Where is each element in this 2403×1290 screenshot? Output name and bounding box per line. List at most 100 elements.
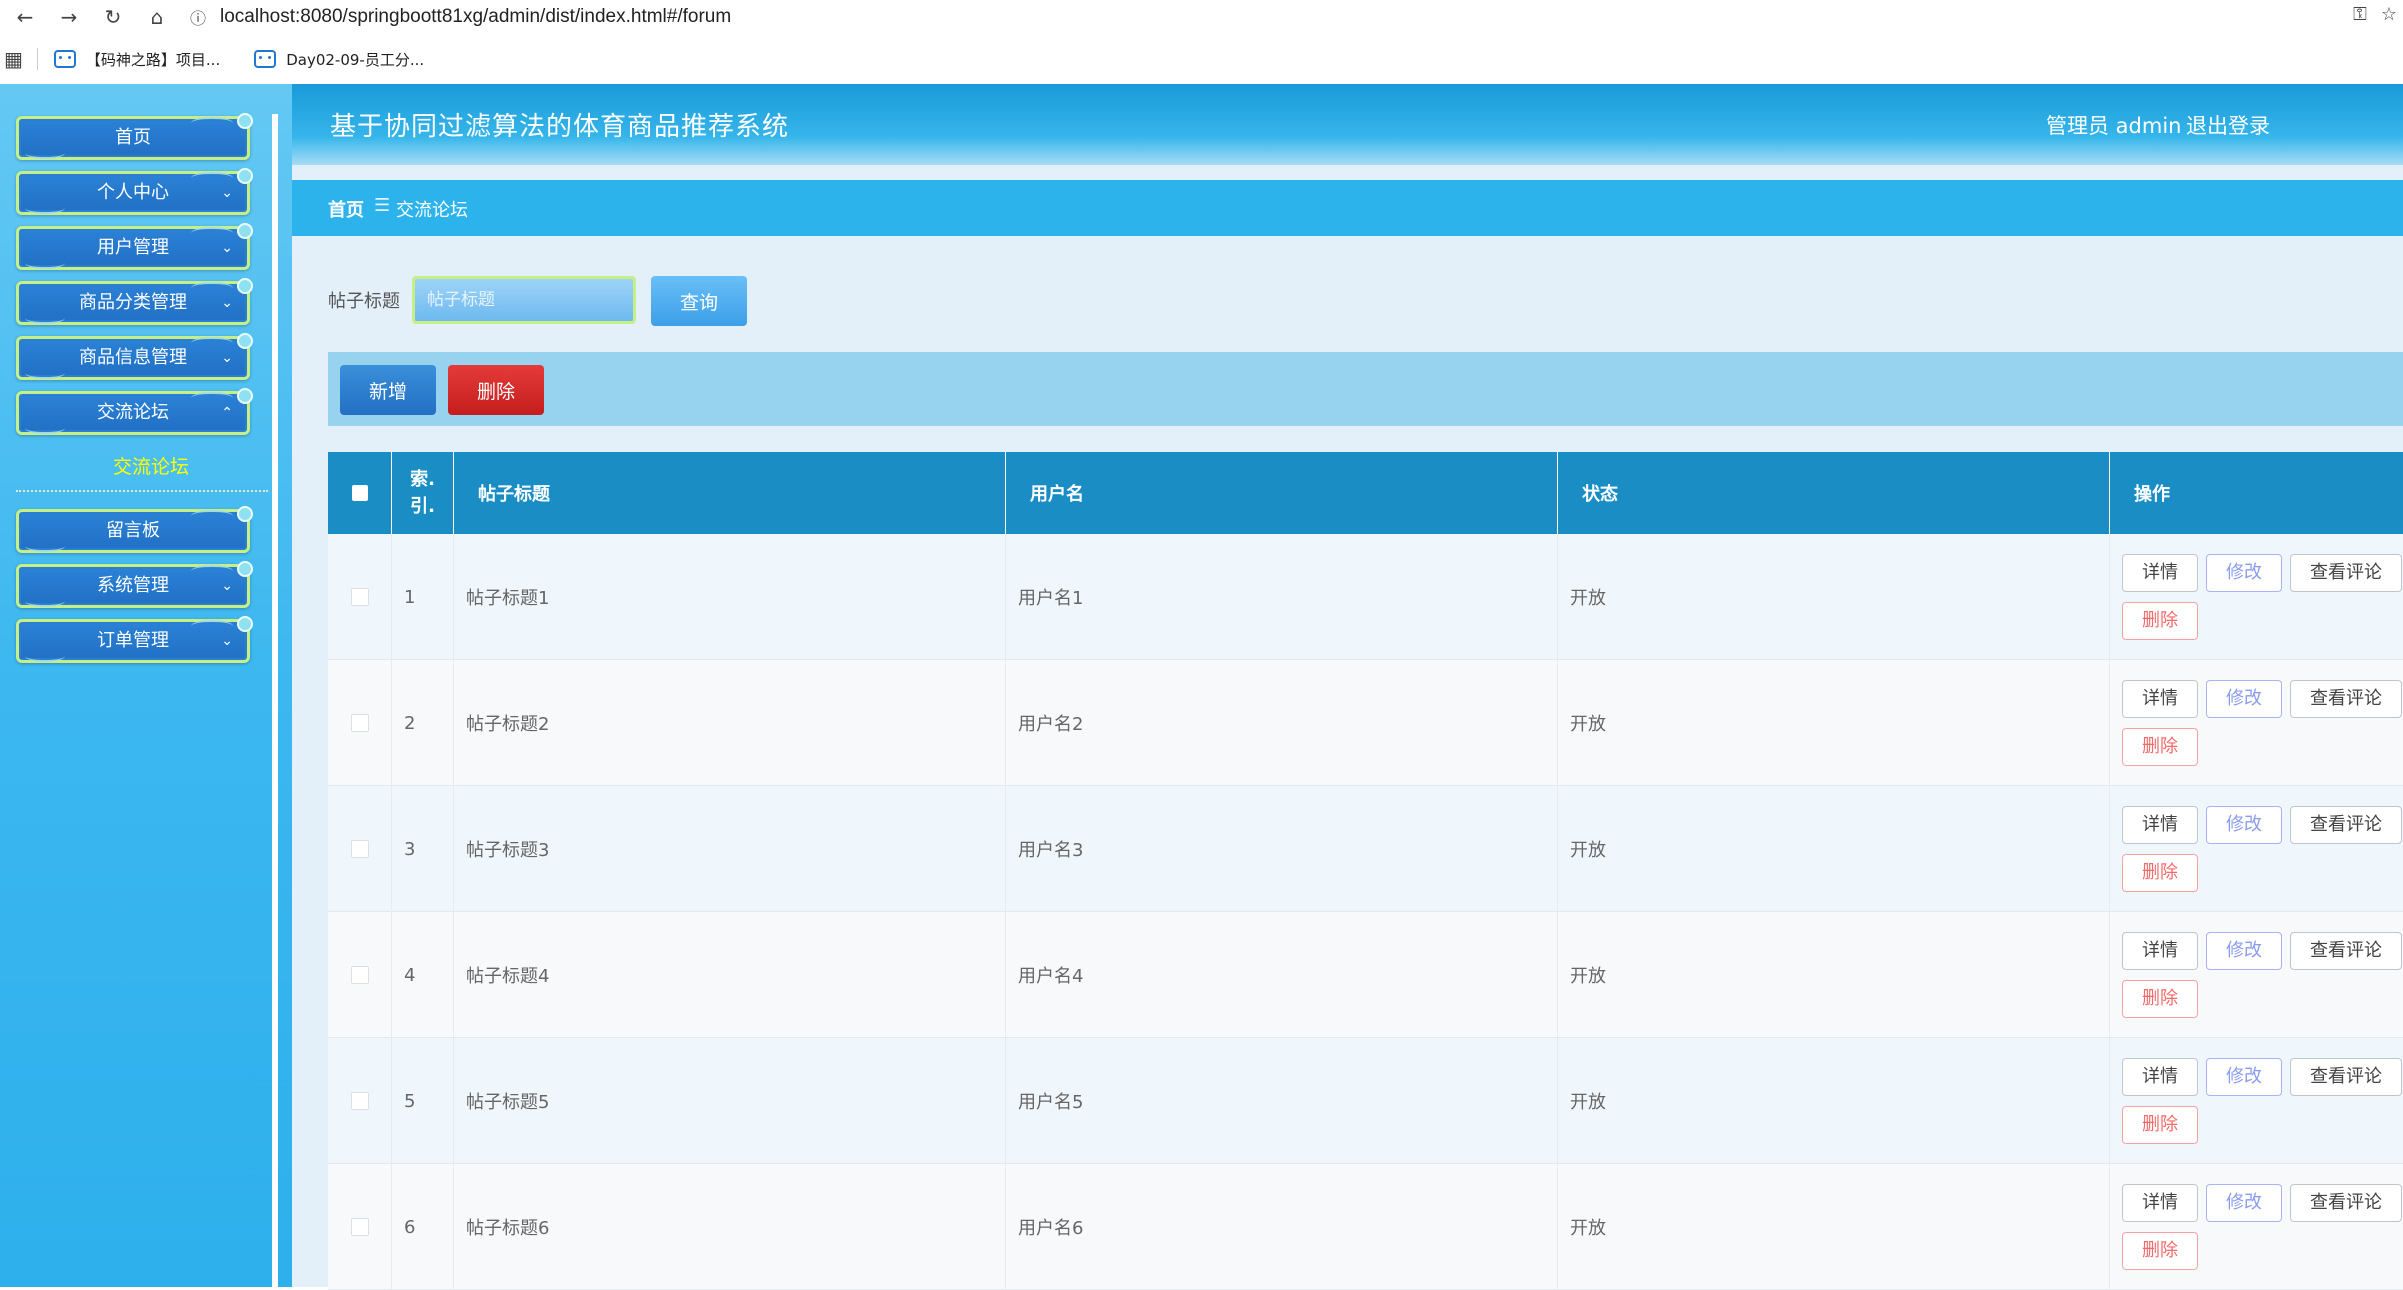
- edit-button[interactable]: 修改: [2206, 806, 2282, 844]
- breadcrumb-separator-icon: ☰: [374, 195, 391, 216]
- detail-button[interactable]: 详情: [2122, 932, 2198, 970]
- add-button[interactable]: 新增: [340, 365, 436, 415]
- row-checkbox[interactable]: [350, 588, 369, 606]
- delete-button[interactable]: 删除: [2122, 1106, 2198, 1144]
- row-username: 用户名1: [1006, 534, 1558, 660]
- chevron-down-icon: ⌄: [221, 578, 233, 594]
- app-header: 基于协同过滤算法的体育商品推荐系统 管理员 admin 退出登录: [292, 84, 2403, 165]
- sidebar-item-system-management[interactable]: 系统管理 ⌄: [16, 561, 253, 608]
- row-checkbox[interactable]: [350, 840, 369, 858]
- detail-button[interactable]: 详情: [2122, 806, 2198, 844]
- sidebar-item-home[interactable]: 首页: [16, 113, 253, 160]
- edit-button[interactable]: 修改: [2206, 554, 2282, 592]
- back-arrow-icon[interactable]: ←: [6, 5, 44, 29]
- delete-button[interactable]: 删除: [2122, 728, 2198, 766]
- app-container: 首页 个人中心 ⌄ 用户管理 ⌄ 商品分类管理 ⌄ 商品信息管理 ⌄ 交流论坛 …: [0, 84, 2403, 1290]
- view-comments-button[interactable]: 查看评论: [2290, 1184, 2402, 1222]
- url-field[interactable]: localhost:8080/springboott81xg/admin/dis…: [220, 6, 731, 28]
- view-comments-button[interactable]: 查看评论: [2290, 806, 2402, 844]
- column-header-actions: 操作: [2134, 484, 2170, 505]
- sidebar-item-message-board[interactable]: 留言板: [16, 506, 253, 553]
- logout-link[interactable]: 退出登录: [2186, 110, 2270, 140]
- breadcrumb: 首页 ☰ 交流论坛: [292, 180, 2403, 236]
- sidebar-item-user-management[interactable]: 用户管理 ⌄: [16, 223, 253, 270]
- row-status: 开放: [1558, 534, 2110, 660]
- row-actions: 详情 修改 查看评论 删除: [2110, 912, 2403, 1038]
- ornament-dot-icon: [237, 223, 253, 239]
- column-header-title: 帖子标题: [454, 452, 1006, 534]
- detail-button[interactable]: 详情: [2122, 554, 2198, 592]
- sidebar-item-label: 商品分类管理: [79, 292, 187, 313]
- row-checkbox[interactable]: [350, 714, 369, 732]
- edit-button[interactable]: 修改: [2206, 1058, 2282, 1096]
- view-comments-button[interactable]: 查看评论: [2290, 554, 2402, 592]
- detail-button[interactable]: 详情: [2122, 680, 2198, 718]
- home-icon[interactable]: ⌂: [138, 5, 176, 29]
- site-info-icon[interactable]: ⓘ: [186, 5, 210, 29]
- row-checkbox[interactable]: [350, 1092, 369, 1110]
- apps-grid-icon[interactable]: ▦: [4, 47, 23, 71]
- chevron-down-icon: ⌄: [221, 350, 233, 366]
- edit-button[interactable]: 修改: [2206, 1184, 2282, 1222]
- delete-button[interactable]: 删除: [2122, 854, 2198, 892]
- forward-arrow-icon[interactable]: →: [50, 5, 88, 29]
- breadcrumb-home[interactable]: 首页: [328, 196, 364, 222]
- sidebar-item-order-management[interactable]: 订单管理 ⌄: [16, 616, 253, 663]
- app-title: 基于协同过滤算法的体育商品推荐系统: [330, 112, 790, 142]
- row-index: 6: [392, 1164, 454, 1290]
- delete-button[interactable]: 删除: [2122, 980, 2198, 1018]
- batch-delete-button[interactable]: 删除: [448, 365, 544, 415]
- bookmark-star-icon[interactable]: ☆: [2381, 4, 2397, 25]
- bookmark-item[interactable]: 【码神之路】项目...: [53, 49, 221, 70]
- sidebar-item-label: 个人中心: [97, 182, 169, 203]
- column-header-status: 状态: [1558, 452, 2110, 534]
- view-comments-button[interactable]: 查看评论: [2290, 932, 2402, 970]
- row-index: 2: [392, 660, 454, 786]
- breadcrumb-current: 交流论坛: [396, 200, 468, 221]
- sidebar: 首页 个人中心 ⌄ 用户管理 ⌄ 商品分类管理 ⌄ 商品信息管理 ⌄ 交流论坛 …: [0, 84, 292, 1287]
- row-title: 帖子标题4: [454, 912, 1006, 1038]
- row-checkbox[interactable]: [350, 1218, 369, 1236]
- ornament-dot-icon: [237, 278, 253, 294]
- sidebar-item-label: 首页: [115, 127, 151, 148]
- row-username: 用户名3: [1006, 786, 1558, 912]
- search-button[interactable]: 查询: [651, 276, 747, 326]
- ornament-dot-icon: [237, 168, 253, 184]
- delete-button[interactable]: 删除: [2122, 1232, 2198, 1270]
- row-username: 用户名5: [1006, 1038, 1558, 1164]
- row-title: 帖子标题6: [454, 1164, 1006, 1290]
- current-user-label: 管理员 admin: [2046, 114, 2182, 138]
- browser-address-bar: ← → ↻ ⌂ ⓘ localhost:8080/springboott81xg…: [0, 0, 2403, 34]
- search-title-input[interactable]: [412, 276, 636, 324]
- detail-button[interactable]: 详情: [2122, 1184, 2198, 1222]
- bookmark-label: 【码神之路】项目...: [85, 50, 221, 69]
- sidebar-item-category-management[interactable]: 商品分类管理 ⌄: [16, 278, 253, 325]
- reload-icon[interactable]: ↻: [94, 5, 132, 29]
- edit-button[interactable]: 修改: [2206, 680, 2282, 718]
- view-comments-button[interactable]: 查看评论: [2290, 680, 2402, 718]
- bookmark-item[interactable]: Day02-09-员工分...: [254, 49, 424, 70]
- key-icon[interactable]: ⚿: [2353, 4, 2367, 25]
- row-status: 开放: [1558, 912, 2110, 1038]
- browser-right-icons: ⚿ ☆: [2353, 4, 2397, 25]
- sidebar-item-product-management[interactable]: 商品信息管理 ⌄: [16, 333, 253, 380]
- ornament-dot-icon: [237, 616, 253, 632]
- sidebar-subitem-forum[interactable]: 交流论坛: [16, 452, 286, 479]
- bookmarks-bar: ▦ 【码神之路】项目... Day02-09-员工分...: [0, 34, 2403, 84]
- sidebar-item-forum[interactable]: 交流论坛 ⌃: [16, 388, 253, 435]
- detail-button[interactable]: 详情: [2122, 1058, 2198, 1096]
- sidebar-item-label: 订单管理: [97, 630, 169, 651]
- select-all-checkbox[interactable]: [351, 485, 368, 501]
- bookmark-label: Day02-09-员工分...: [286, 50, 425, 69]
- row-checkbox[interactable]: [350, 966, 369, 984]
- view-comments-button[interactable]: 查看评论: [2290, 1058, 2402, 1096]
- sidebar-item-label: 交流论坛: [97, 402, 169, 423]
- delete-button[interactable]: 删除: [2122, 602, 2198, 640]
- row-title: 帖子标题3: [454, 786, 1006, 912]
- row-actions: 详情 修改 查看评论 删除: [2110, 660, 2403, 786]
- sidebar-item-personal-center[interactable]: 个人中心 ⌄: [16, 168, 253, 215]
- table-row: 5 帖子标题5 用户名5 开放 详情 修改 查看评论 删除: [328, 1038, 2403, 1164]
- edit-button[interactable]: 修改: [2206, 932, 2282, 970]
- bookmarks-divider: [36, 48, 38, 70]
- table-row: 4 帖子标题4 用户名4 开放 详情 修改 查看评论 删除: [328, 912, 2403, 1038]
